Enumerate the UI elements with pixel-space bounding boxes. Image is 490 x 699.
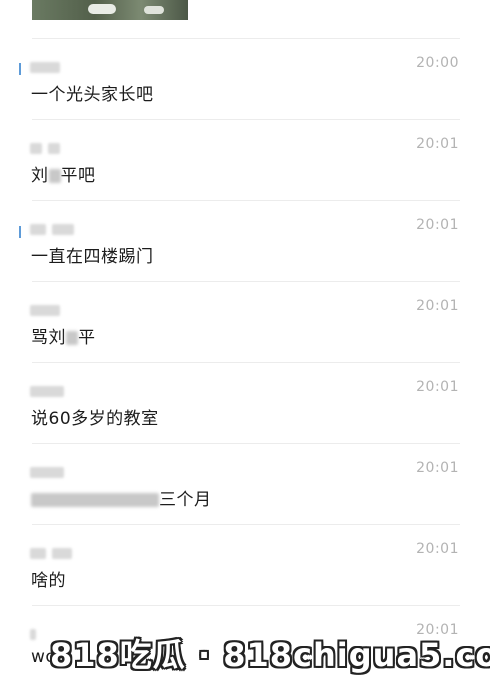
redacted-block: [48, 143, 60, 154]
message-row[interactable]: 20:00 一个光头家长吧: [0, 38, 490, 119]
message-time: 20:00: [416, 55, 459, 71]
image-detail: [88, 4, 116, 14]
redacted-block: [52, 224, 74, 235]
message-time: 20:01: [416, 217, 459, 233]
sender-name-blurred: [30, 143, 60, 154]
message-row[interactable]: 20:01 说60多岁的教室: [0, 362, 490, 443]
redacted-block: [30, 629, 36, 640]
message-time: 20:01: [416, 379, 459, 395]
row-divider: [32, 281, 460, 282]
redacted-block: [30, 224, 46, 235]
message-time: 20:01: [416, 541, 459, 557]
message-text: 一直在四楼踢门: [31, 247, 154, 267]
message-text-part: 平: [78, 328, 96, 348]
redacted-block: [52, 548, 72, 559]
message-row[interactable]: 20:01 刘平吧: [0, 119, 490, 200]
sender-name-blurred: [30, 386, 64, 397]
redacted-block: [30, 548, 46, 559]
image-thumbnail[interactable]: [32, 0, 188, 20]
sender-name-blurred: [30, 629, 36, 640]
watermark: 818吃瓜 · 818chigua5.com: [50, 636, 490, 674]
message-text-part: 骂刘: [31, 328, 66, 348]
chat-screen: 20:00 一个光头家长吧 20:01 刘平吧 20:01 一直在四楼踢门 20:01 骂刘平…: [0, 0, 490, 699]
sender-name-blurred: [30, 548, 72, 559]
row-divider: [32, 200, 460, 201]
message-time: 20:01: [416, 136, 459, 152]
message-row[interactable]: 20:01 一直在四楼踢门: [0, 200, 490, 281]
message-text: 三个月: [31, 485, 212, 510]
row-divider: [32, 362, 460, 363]
image-detail: [144, 6, 164, 14]
redacted-text: [66, 331, 78, 345]
redacted-block: [30, 467, 64, 478]
message-text-part: 平吧: [60, 166, 96, 186]
message-text: 骂刘平: [31, 323, 96, 348]
message-list: 20:00 一个光头家长吧 20:01 刘平吧 20:01 一直在四楼踢门 20:01 骂刘平…: [0, 38, 490, 686]
redacted-block: [30, 305, 60, 316]
message-time: 20:01: [416, 460, 459, 476]
row-divider: [32, 524, 460, 525]
row-divider: [32, 443, 460, 444]
redacted-block: [30, 386, 64, 397]
row-divider: [32, 38, 460, 39]
message-text: 一个光头家长吧: [31, 85, 154, 105]
message-row[interactable]: 20:01 啥的: [0, 524, 490, 605]
row-divider: [32, 119, 460, 120]
message-text: 说60多岁的教室: [31, 409, 159, 429]
redacted-text: [48, 169, 61, 183]
row-divider: [32, 605, 460, 606]
message-text: 啥的: [31, 571, 66, 591]
message-row[interactable]: 20:01 三个月: [0, 443, 490, 524]
sender-name-blurred: [30, 467, 64, 478]
message-text-part: 刘: [31, 166, 49, 186]
redacted-block: [30, 62, 60, 73]
message-text-part: 三个月: [159, 490, 212, 510]
sender-name-blurred: [30, 62, 60, 73]
sender-name-blurred: [30, 305, 60, 316]
message-row[interactable]: 20:01 骂刘平: [0, 281, 490, 362]
message-time: 20:01: [416, 298, 459, 314]
redacted-text: [31, 493, 159, 507]
message-text: 刘平吧: [31, 161, 96, 186]
redacted-block: [30, 143, 42, 154]
sender-name-blurred: [30, 224, 74, 235]
